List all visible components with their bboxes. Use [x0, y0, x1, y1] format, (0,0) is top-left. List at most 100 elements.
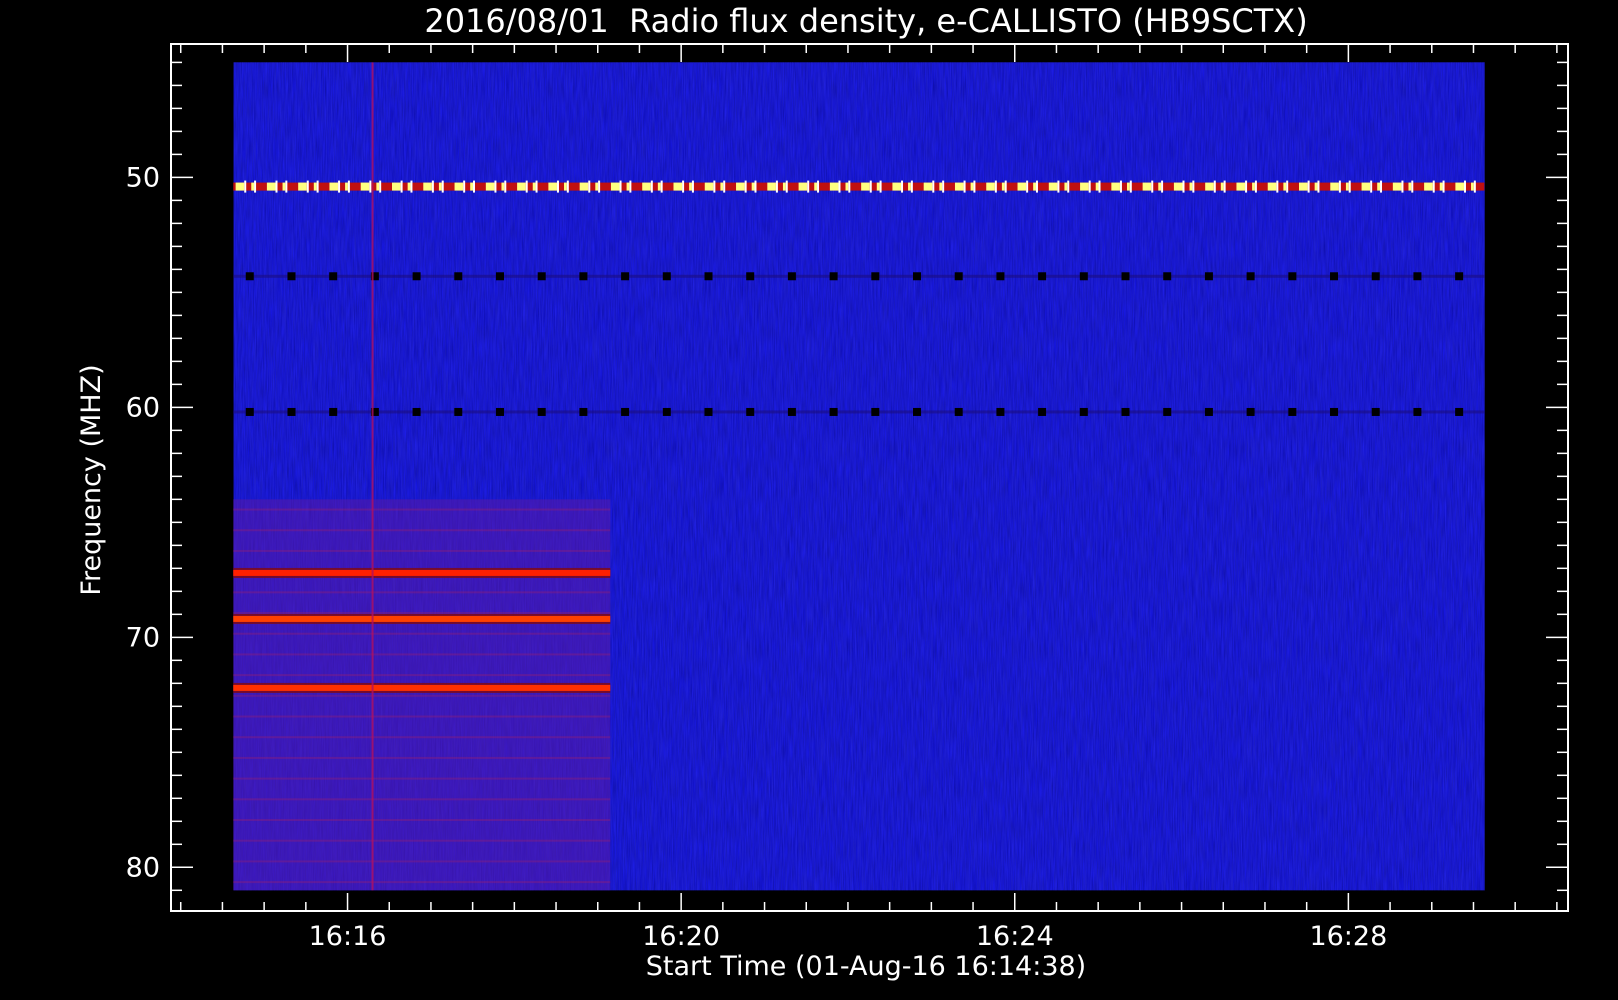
- carrier-tick: [1004, 180, 1007, 193]
- carrier-dash: [298, 182, 307, 191]
- carrier-tick: [431, 180, 434, 193]
- carrier-tick: [1317, 180, 1320, 193]
- dark-line-dot: [913, 272, 922, 281]
- carrier-dash: [798, 182, 808, 191]
- dark-line-dot: [454, 272, 463, 281]
- carrier-tick: [1192, 180, 1195, 193]
- carrier-tick: [1411, 180, 1414, 193]
- region-striation: [233, 860, 611, 863]
- region-striation: [233, 881, 611, 884]
- carrier-dash: [1408, 182, 1412, 191]
- carrier-tick: [1442, 180, 1445, 193]
- dark-line-dot: [329, 407, 338, 416]
- carrier-tick: [963, 180, 966, 193]
- carrier-dash: [423, 182, 432, 191]
- carrier-tick: [785, 180, 788, 193]
- carrier-dash: [1236, 182, 1246, 191]
- carrier-tick: [598, 180, 601, 193]
- carrier-tick: [1026, 180, 1029, 193]
- carrier-dash: [501, 182, 505, 191]
- carrier-dash: [876, 182, 880, 191]
- region-striation: [233, 612, 611, 615]
- carrier-tick: [410, 180, 413, 193]
- dark-line-dot: [537, 407, 546, 416]
- carrier-dash: [767, 182, 776, 191]
- dark-line-dot: [1330, 407, 1339, 416]
- carrier-tick: [910, 180, 913, 193]
- carrier-dash: [1173, 182, 1183, 191]
- carrier-dash: [720, 182, 724, 191]
- region-striation: [233, 736, 611, 739]
- carrier-dash: [1455, 182, 1464, 191]
- region-striation: [233, 715, 611, 718]
- dark-line-base: [233, 274, 1485, 278]
- carrier-tick: [1276, 180, 1279, 193]
- carrier-dash: [1189, 182, 1193, 191]
- carrier-tick: [1463, 180, 1466, 193]
- carrier-tick: [275, 180, 278, 193]
- y-axis-label: Frequency (MHZ): [76, 364, 107, 595]
- dark-line-dot: [829, 272, 838, 281]
- region-striation: [233, 674, 611, 677]
- dark-line-dot: [704, 272, 713, 281]
- carrier-tick: [566, 180, 569, 193]
- carrier-dash: [1392, 182, 1402, 191]
- carrier-tick: [504, 180, 507, 193]
- carrier-dash: [1111, 182, 1120, 191]
- dark-line-dot: [1455, 272, 1464, 281]
- carrier-tick: [1151, 180, 1154, 193]
- y-tick-label: 80: [126, 852, 160, 883]
- region-striation: [233, 777, 611, 780]
- dark-line-dot: [829, 407, 838, 416]
- carrier-dash: [626, 182, 630, 191]
- carrier-tick: [285, 180, 288, 193]
- dark-line-dot: [579, 272, 588, 281]
- carrier-dash: [1330, 182, 1339, 191]
- x-tick-label: 16:16: [309, 921, 387, 952]
- dark-line-dot: [287, 272, 296, 281]
- carrier-tick: [588, 180, 591, 193]
- dark-line-dot: [1121, 407, 1130, 416]
- carrier-tick: [901, 180, 904, 193]
- dark-line-dot: [579, 407, 588, 416]
- carrier-tick: [1213, 180, 1216, 193]
- carrier-tick: [347, 180, 350, 193]
- carrier-dash: [1471, 182, 1474, 191]
- carrier-tick: [1401, 180, 1404, 193]
- carrier-tick: [316, 180, 319, 193]
- carrier-tick: [1307, 180, 1310, 193]
- carrier-dash: [939, 182, 943, 191]
- dark-line-dot: [1079, 272, 1088, 281]
- carrier-dash: [1205, 182, 1214, 191]
- carrier-tick: [1119, 180, 1122, 193]
- carrier-dash: [1142, 182, 1152, 191]
- carrier-dash: [1314, 182, 1318, 191]
- dark-line-dot: [1288, 272, 1297, 281]
- carrier-dash: [642, 182, 651, 191]
- dark-line-dot: [537, 272, 546, 281]
- dark-line-dot: [996, 407, 1005, 416]
- carrier-tick: [525, 180, 528, 193]
- carrier-dash: [689, 182, 692, 191]
- carrier-dash: [282, 182, 286, 191]
- carrier-tick: [1370, 180, 1373, 193]
- carrier-tick: [817, 180, 820, 193]
- carrier-tick: [1473, 180, 1476, 193]
- carrier-tick: [848, 180, 851, 193]
- region-striation: [233, 839, 611, 842]
- dark-line-dot: [746, 272, 755, 281]
- carrier-tick: [1088, 180, 1091, 193]
- carrier-dash: [1017, 182, 1027, 191]
- carrier-dash: [376, 182, 380, 191]
- carrier-tick: [306, 180, 309, 193]
- carrier-tick: [682, 180, 685, 193]
- carrier-dash: [1080, 182, 1089, 191]
- dark-line-dot: [1330, 272, 1339, 281]
- dark-line-dot: [1121, 272, 1130, 281]
- region-striation: [233, 819, 611, 822]
- carrier-dash: [1126, 182, 1130, 191]
- band-line: [233, 569, 611, 576]
- carrier-tick: [973, 180, 976, 193]
- dark-line-dot: [1163, 272, 1172, 281]
- carrier-dash: [1267, 182, 1277, 191]
